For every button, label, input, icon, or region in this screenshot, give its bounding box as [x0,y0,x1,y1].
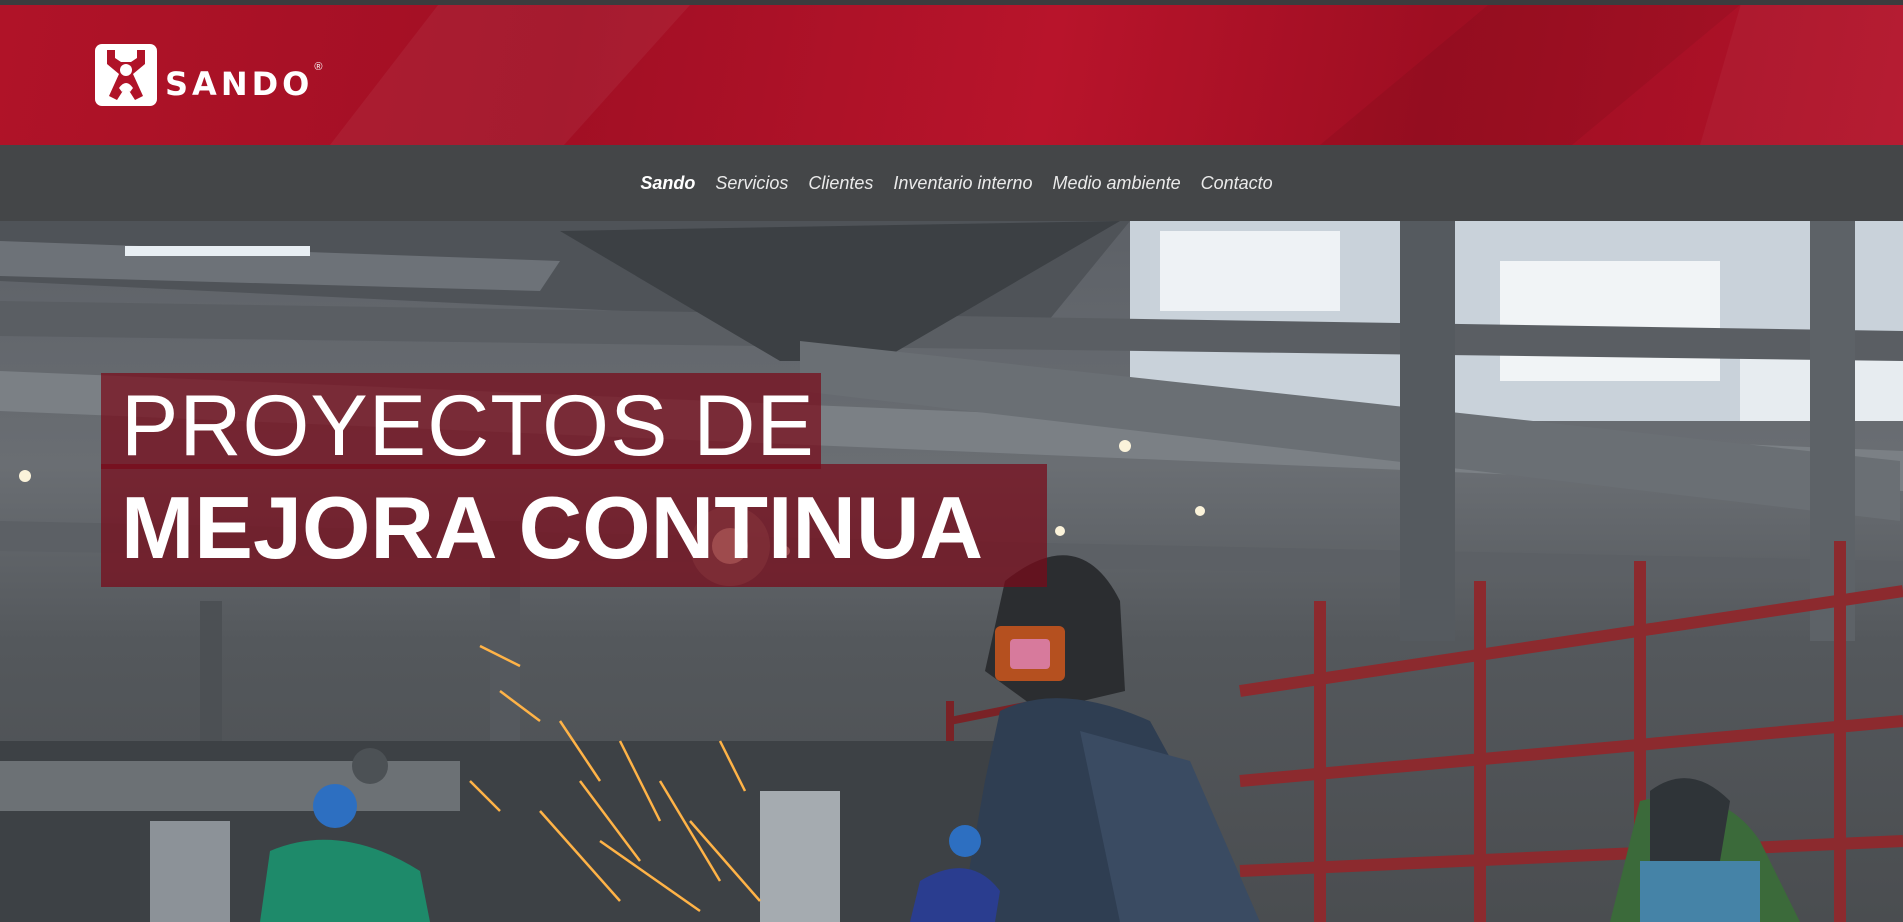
nav-item-medio-ambiente[interactable]: Medio ambiente [1043,173,1191,194]
nav-item-inventario-interno[interactable]: Inventario interno [883,173,1042,194]
nav-list: Sando Servicios Clientes Inventario inte… [630,173,1282,194]
logo-wordmark: SANDO [165,65,314,103]
header-facet [1700,5,1903,145]
nav-item-clientes[interactable]: Clientes [798,173,883,194]
registered-mark: ® [314,61,323,73]
nav-item-sando[interactable]: Sando [630,173,705,194]
site-header: SANDO ® [0,5,1903,145]
nav-item-servicios[interactable]: Servicios [705,173,798,194]
site-logo[interactable]: SANDO ® [95,44,322,106]
nav-item-contacto[interactable]: Contacto [1191,173,1283,194]
hero-banner: PROYECTOS DE MEJORA CONTINUA [0,221,1903,922]
main-navigation: Sando Servicios Clientes Inventario inte… [0,145,1903,221]
hero-headline-line1: PROYECTOS DE [121,378,815,474]
hero-headline-line2: MEJORA CONTINUA [121,478,984,577]
sando-figure-icon [95,44,157,106]
header-facet [1320,5,1740,145]
header-facet [330,5,690,145]
